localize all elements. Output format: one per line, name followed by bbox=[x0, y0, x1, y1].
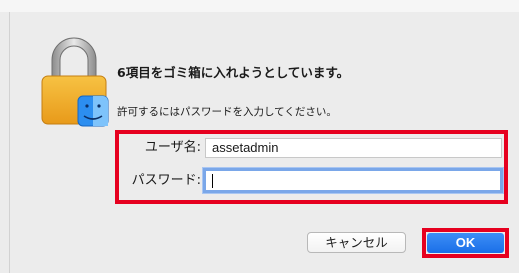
lock-icon bbox=[41, 37, 109, 127]
dialog-message: 許可するにはパスワードを入力してください。 bbox=[117, 106, 337, 118]
window-left-edge bbox=[0, 12, 9, 273]
password-field[interactable] bbox=[203, 168, 503, 193]
window-top-strip bbox=[0, 0, 519, 12]
dialog-title: 6項目をゴミ箱に入れようとしています。 bbox=[117, 65, 350, 80]
username-field[interactable]: assetadmin bbox=[205, 138, 502, 158]
password-label: パスワード: bbox=[131, 173, 201, 188]
ok-button[interactable]: OK bbox=[427, 233, 504, 253]
screen: 6項目をゴミ箱に入れようとしています。 許可するにはパスワードを入力してください… bbox=[0, 0, 519, 273]
text-caret bbox=[212, 174, 213, 188]
username-label: ユーザ名: bbox=[144, 140, 201, 155]
cancel-button[interactable]: キャンセル bbox=[307, 232, 406, 253]
